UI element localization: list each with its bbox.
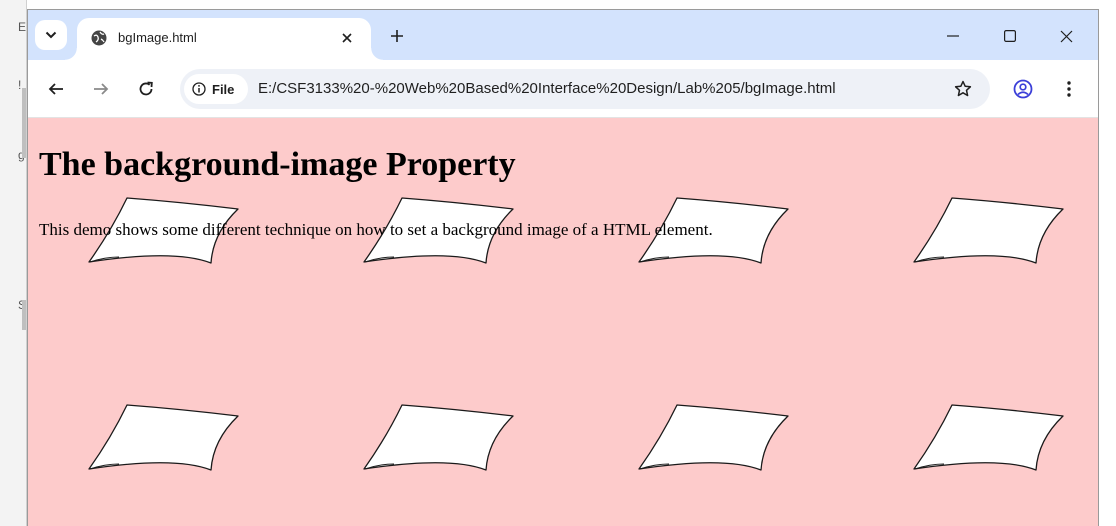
back-button[interactable] [43, 76, 69, 102]
background-app-scrollbar [22, 300, 26, 330]
background-text-fragment: E [18, 20, 27, 34]
url-text[interactable]: E:/CSF3133%20-%20Web%20Based%20Interface… [258, 80, 836, 97]
browser-menu-button[interactable] [1056, 76, 1082, 102]
arrow-left-icon [48, 83, 63, 95]
bookmark-button[interactable] [950, 76, 976, 102]
tab-title: bgImage.html [118, 30, 197, 45]
paper-sheet-tile [88, 404, 239, 471]
reload-icon [139, 81, 153, 96]
close-window-button[interactable] [1053, 23, 1079, 49]
browser-toolbar: File E:/CSF3133%20-%20Web%20Based%20Inte… [28, 60, 1098, 118]
maximize-icon [1004, 30, 1016, 42]
site-info-label: File [212, 81, 235, 97]
close-icon [342, 33, 352, 43]
maximize-button[interactable] [997, 23, 1023, 49]
page-heading: The background-image Property [39, 146, 516, 183]
background-text-fragment: ! [18, 78, 22, 92]
paper-sheet-tile [638, 404, 789, 471]
browser-window: bgImage.html File E:/CSF3133%20-%20Web%2… [27, 9, 1099, 526]
profile-icon [1013, 79, 1033, 99]
site-info-chip[interactable]: File [184, 74, 248, 104]
paper-sheet-tile [913, 404, 1064, 471]
paper-sheet-tile [913, 197, 1064, 264]
profile-button[interactable] [1010, 76, 1036, 102]
minimize-button[interactable] [940, 23, 966, 49]
page-paragraph: This demo shows some different technique… [39, 220, 713, 239]
new-tab-button[interactable] [385, 24, 409, 48]
address-bar[interactable]: File E:/CSF3133%20-%20Web%20Based%20Inte… [180, 69, 990, 109]
minimize-icon [947, 35, 959, 37]
tab-bgimage[interactable]: bgImage.html [65, 18, 383, 60]
tab-close-button[interactable] [337, 28, 357, 48]
plus-icon [391, 30, 403, 42]
background-app-strip: E ! g S [0, 0, 27, 526]
globe-icon [91, 30, 107, 46]
background-app-scrollbar [22, 88, 26, 158]
arrow-right-icon [94, 83, 109, 95]
forward-button[interactable] [88, 76, 114, 102]
kebab-menu-icon [1067, 81, 1071, 97]
tab-strip: bgImage.html [28, 10, 1098, 60]
page-viewport: The background-image Property This demo … [28, 118, 1098, 526]
chevron-down-icon [45, 31, 57, 39]
star-icon [954, 80, 972, 97]
tab-search-button[interactable] [35, 20, 67, 50]
info-icon [192, 82, 206, 96]
paper-sheet-tile [363, 404, 514, 471]
reload-button[interactable] [133, 76, 159, 102]
close-icon [1060, 30, 1072, 42]
